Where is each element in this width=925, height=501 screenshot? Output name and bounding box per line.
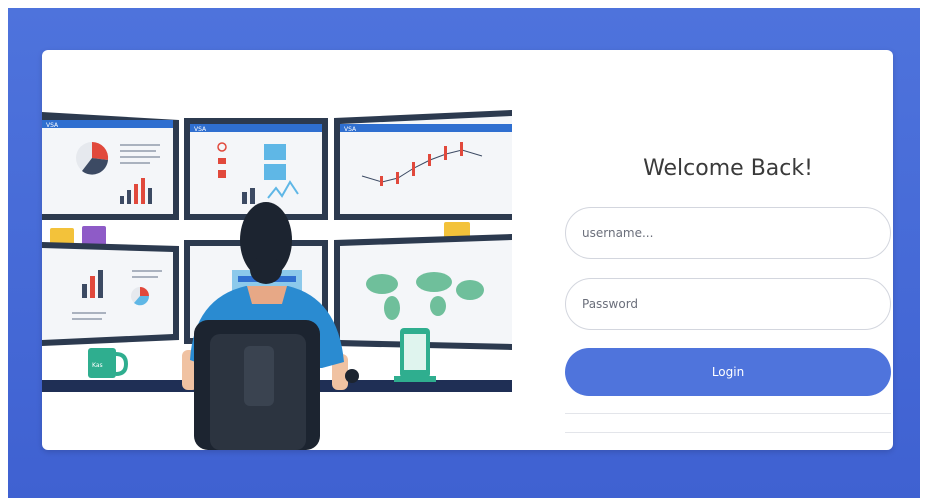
- monitor-top-right: VSA: [334, 110, 512, 220]
- svg-text:VSA: VSA: [194, 126, 207, 133]
- monitor-top-middle: VSA: [184, 118, 328, 220]
- divider-bottom: [565, 432, 891, 433]
- dashboard-illustration: VSA VSA VSA Kas: [42, 110, 512, 450]
- phone: [394, 328, 436, 382]
- svg-text:VSA: VSA: [46, 122, 59, 129]
- username-input[interactable]: [565, 207, 891, 259]
- password-input[interactable]: [565, 278, 891, 330]
- monitor-top-left: VSA: [42, 112, 179, 220]
- monitor-bottom-left: [42, 242, 179, 346]
- mug: Kas: [88, 348, 129, 378]
- svg-text:Kas: Kas: [92, 362, 103, 369]
- chair: [194, 320, 320, 450]
- login-button[interactable]: Login: [565, 348, 891, 396]
- page-title: Welcome Back!: [643, 156, 813, 181]
- svg-text:VSA: VSA: [344, 126, 357, 133]
- divider-top: [565, 413, 891, 414]
